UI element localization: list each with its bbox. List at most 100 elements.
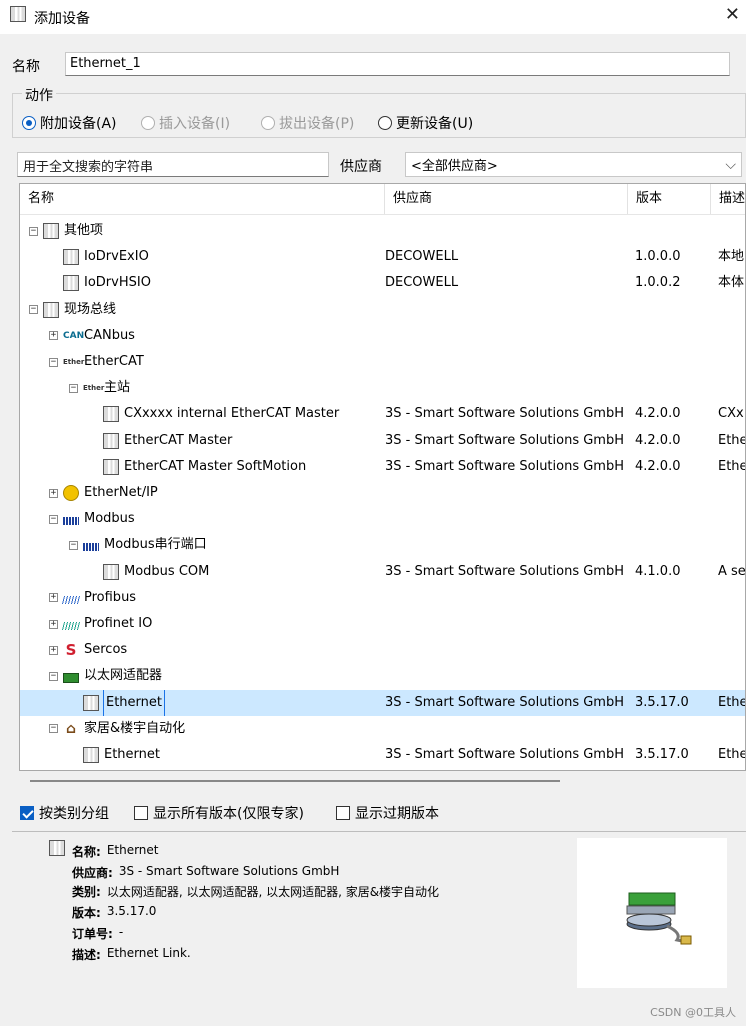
tree-cell-version <box>635 297 713 323</box>
tree-cell-version <box>635 585 713 611</box>
tree-cell-vendor: 3S - Smart Software Solutions GmbH <box>385 563 625 579</box>
radio-unplug-device[interactable]: 拔出设备(P) <box>261 113 354 133</box>
expand-toggle-icon[interactable]: − <box>69 540 78 550</box>
tree-row[interactable]: − Modbus串行端口 <box>20 532 745 558</box>
expand-toggle-icon[interactable]: − <box>49 357 58 367</box>
tree-cell-desc <box>718 663 745 689</box>
tree-row[interactable]: − Modbus <box>20 506 745 532</box>
profinet-icon <box>61 622 81 630</box>
tree-cell-name: IoDrvHSIO <box>49 270 385 296</box>
tree-cell-name: − Ether 主站 <box>69 375 385 401</box>
info-order: 订单号: - <box>72 925 123 942</box>
tree-item-label: Modbus COM <box>124 563 210 579</box>
radio-insert-device[interactable]: 插入设备(I) <box>141 113 230 133</box>
tree-item-label: Profibus <box>84 589 137 605</box>
tree-row[interactable]: + S Sercos <box>20 637 745 663</box>
tree-cell-vendor: 3S - Smart Software Solutions GmbH <box>385 458 625 474</box>
tree-cell-version <box>635 611 713 637</box>
tree-cell-desc: A se <box>718 563 746 579</box>
tree-cell-version: 4.2.0.0 <box>635 458 681 474</box>
tree-row[interactable]: − Ether 主站 <box>20 375 745 401</box>
header-divider <box>20 214 745 215</box>
radio-dot <box>261 116 275 130</box>
tree-row[interactable]: CXxxxx internal EtherCAT Master 3S - Smar… <box>20 401 745 427</box>
tree-row[interactable]: + Profibus <box>20 585 745 611</box>
tree-cell-version <box>635 323 713 349</box>
tree-row[interactable]: + CAN CANbus <box>20 323 745 349</box>
checkbox-box <box>20 806 34 820</box>
expand-toggle-icon[interactable]: − <box>49 514 58 524</box>
expand-toggle-icon[interactable]: + <box>49 488 58 498</box>
radio-label: 附加设备(A) <box>40 116 117 132</box>
ethernetip-icon <box>63 485 79 501</box>
tree-cell-version: 4.2.0.0 <box>635 432 681 448</box>
tree-item-label: 其他项 <box>64 223 104 238</box>
expand-toggle-icon[interactable]: + <box>49 645 58 655</box>
tree-cell-name: − Modbus <box>49 506 385 532</box>
tree-item-label: Ethernet <box>104 747 160 762</box>
radio-label: 更新设备(U) <box>396 116 474 132</box>
expand-toggle-icon[interactable]: − <box>49 724 58 734</box>
name-input[interactable]: Ethernet_1 <box>65 52 730 76</box>
tree-cell-vendor: DECOWELL <box>385 249 459 265</box>
tree-item-label: EtherCAT Master SoftMotion <box>124 458 307 474</box>
device-preview-image <box>577 838 727 988</box>
chevron-down-icon: ⌵ <box>725 156 736 173</box>
search-input[interactable]: 用于全文搜索的字符串 <box>17 152 329 177</box>
scrollbar-thumb[interactable] <box>30 780 560 782</box>
checkbox-show-outdated[interactable]: 显示过期版本 <box>336 803 439 823</box>
tree-cell-name: + Profibus <box>49 585 385 611</box>
expand-toggle-icon[interactable]: + <box>49 593 58 603</box>
window-title: 添加设备 <box>34 11 90 27</box>
tree-cell-vendor <box>385 585 627 611</box>
tree-row[interactable]: EtherCAT Master SoftMotion 3S - Smart Sof… <box>20 454 746 480</box>
tree-row[interactable]: EtherCAT Master 3S - Smart Software Solut… <box>20 428 745 454</box>
tree-row[interactable]: Ethernet 3S - Smart Software Solutions Gm… <box>20 689 745 716</box>
info-vendor: 供应商: 3S - Smart Software Solutions GmbH <box>72 864 339 881</box>
device-icon <box>49 840 66 856</box>
tree-row[interactable]: − Ether EtherCAT <box>20 349 745 375</box>
tree-row[interactable]: − 现场总线 <box>20 297 745 323</box>
tree-row[interactable]: Ethernet 3S - Smart Software Solutions Gm… <box>20 742 745 768</box>
expand-toggle-icon[interactable]: − <box>49 671 58 681</box>
tree-row[interactable]: + EtherNet/IP <box>20 480 745 506</box>
device-icon <box>63 275 79 292</box>
tree-cell-version <box>635 480 713 506</box>
tree-row[interactable]: Modbus COM 3S - Smart Software Solutions … <box>20 559 746 585</box>
device-icon <box>43 301 59 318</box>
expand-toggle-icon[interactable]: − <box>29 305 38 315</box>
checkbox-show-all-versions[interactable]: 显示所有版本(仅限专家) <box>134 803 304 823</box>
expand-toggle-icon[interactable]: + <box>49 331 58 341</box>
tree-row[interactable]: IoDrvExIO DECOWELL 1.0.0.0 本地 <box>20 244 745 270</box>
device-icon <box>83 694 99 711</box>
expand-toggle-icon[interactable]: + <box>49 619 58 629</box>
tree-row[interactable]: + Profinet IO <box>20 611 745 637</box>
radio-append-device[interactable]: 附加设备(A) <box>22 113 117 133</box>
column-header-desc[interactable]: 描述 <box>711 184 745 214</box>
tree-cell-version <box>635 637 713 663</box>
tree-cell-name: − 以太网适配器 <box>49 663 385 689</box>
tree-cell-desc: Ethe <box>718 458 746 474</box>
column-header-version[interactable]: 版本 <box>628 184 711 214</box>
tree-cell-vendor <box>385 506 627 532</box>
radio-update-device[interactable]: 更新设备(U) <box>378 113 473 133</box>
tree-row[interactable]: − 以太网适配器 <box>20 663 745 689</box>
device-tree[interactable]: 名称 供应商 版本 描述 − 其他项 IoDrvExIO DECOWELL 1.0.0.… <box>19 183 746 771</box>
vendor-select[interactable]: <全部供应商> ⌵ <box>405 152 742 177</box>
tree-cell-version <box>635 532 713 558</box>
info-value: 3S - Smart Software Solutions GmbH <box>118 864 340 878</box>
tree-row[interactable]: − ⌂ 家居&楼宇自动化 <box>20 716 745 742</box>
tree-row[interactable]: − 其他项 <box>20 218 745 244</box>
close-icon[interactable]: ✕ <box>725 4 740 25</box>
column-header-vendor[interactable]: 供应商 <box>385 184 628 214</box>
expand-toggle-icon[interactable]: − <box>69 383 78 393</box>
tree-row[interactable]: IoDrvHSIO DECOWELL 1.0.0.2 本体 <box>20 270 745 296</box>
column-header-name[interactable]: 名称 <box>20 184 385 214</box>
title-bar <box>0 0 746 34</box>
expand-toggle-icon[interactable]: − <box>29 226 38 236</box>
checkbox-group-by-category[interactable]: 按类别分组 <box>20 803 109 823</box>
tree-cell-version <box>635 716 713 742</box>
vendor-select-value: <全部供应商> <box>411 159 498 174</box>
tree-cell-version: 4.2.0.0 <box>635 406 681 422</box>
tree-cell-version <box>635 218 713 244</box>
